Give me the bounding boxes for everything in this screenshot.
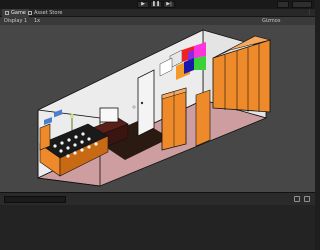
tab-label: Asset Store: [34, 10, 63, 16]
game-icon: [5, 11, 9, 15]
side-cabinet: [195, 89, 211, 147]
bottom-panel: [0, 205, 315, 250]
pause-button[interactable]: ❚❚: [150, 1, 162, 8]
main-toolbar: ▶ ❚❚ ▶|: [0, 0, 315, 9]
pause-icon: ❚❚: [151, 1, 161, 7]
display-dropdown[interactable]: Display 1: [4, 17, 27, 25]
wall-dot: [132, 105, 136, 109]
layout-dropdown[interactable]: [292, 1, 312, 8]
display-label: Display 1: [4, 18, 28, 24]
console-search-input[interactable]: [4, 196, 66, 203]
settings-icon[interactable]: [294, 196, 300, 202]
playback-controls: ▶ ❚❚ ▶|: [137, 1, 175, 8]
step-button[interactable]: ▶|: [163, 1, 175, 8]
play-icon: ▶: [141, 1, 145, 7]
room-scene: [36, 29, 272, 187]
store-icon: [28, 11, 32, 15]
gizmos-dropdown[interactable]: Gizmos: [262, 17, 280, 25]
gizmos-label: Gizmos: [262, 18, 281, 24]
scale-label: 1x: [34, 18, 41, 24]
tab-label: Game: [11, 10, 26, 16]
tv: [99, 107, 119, 123]
tab-asset-store[interactable]: Asset Store: [25, 9, 65, 17]
lock-icon[interactable]: [304, 196, 310, 202]
scale-dropdown[interactable]: 1x: [34, 17, 40, 25]
door: [137, 69, 155, 137]
play-button[interactable]: ▶: [137, 1, 149, 8]
step-icon: ▶|: [166, 1, 172, 7]
tab-bar: Game Asset Store ⋮: [0, 9, 315, 17]
lamp-shade: [70, 114, 74, 118]
tab-menu-icon[interactable]: ⋮: [307, 9, 312, 17]
door-handle: [140, 101, 144, 105]
bottom-panel-header: [0, 192, 315, 205]
game-viewport[interactable]: [0, 25, 315, 192]
game-view-bar: Display 1 1x Gizmos: [0, 17, 315, 25]
layers-dropdown[interactable]: [277, 1, 289, 8]
